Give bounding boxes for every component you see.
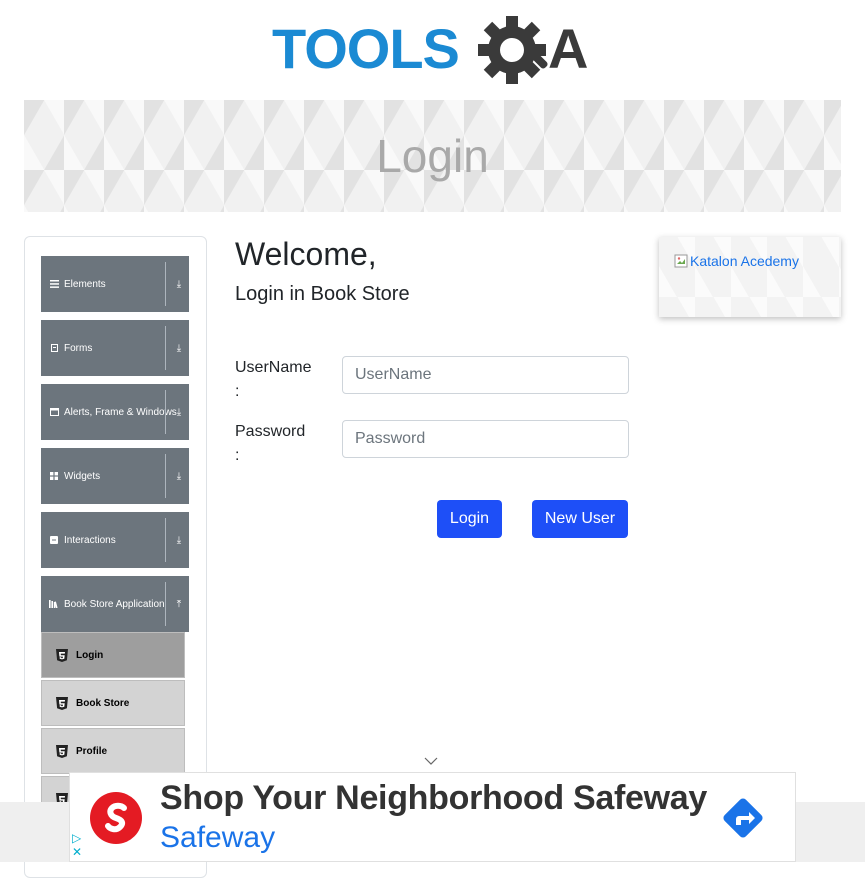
logo-text-right: A [548, 17, 588, 80]
interaction-icon [49, 535, 59, 545]
form-icon [49, 343, 59, 353]
broken-image-icon [674, 254, 688, 268]
password-input[interactable] [342, 420, 629, 458]
sidebar-group-widgets[interactable]: Widgets ⤓ [41, 448, 189, 504]
username-label-colon: : [235, 383, 240, 400]
username-input[interactable] [342, 356, 629, 394]
html5-icon [56, 696, 68, 710]
welcome-heading: Welcome, [235, 236, 377, 272]
divider [165, 262, 166, 306]
directions-icon[interactable] [720, 795, 766, 841]
password-label-colon: : [235, 447, 240, 464]
sidebar-item-book-store[interactable]: Book Store [41, 680, 185, 726]
expand-icon[interactable]: ⤓ [169, 320, 189, 376]
sidebar-group-book-store-application[interactable]: Book Store Application ⤒ [41, 576, 189, 632]
adchoices-icon[interactable]: ▷ ✕ [72, 831, 82, 859]
collapse-icon[interactable]: ⤒ [169, 576, 189, 632]
username-label-text: UserName [235, 359, 312, 376]
sidebar-group-elements[interactable]: Elements ⤓ [41, 256, 189, 312]
katalon-ad-alt-text: Katalon Acedemy [690, 253, 799, 269]
grid-icon [49, 471, 59, 481]
safeway-logo-icon [90, 792, 142, 844]
sidebar-item-label: Login [76, 649, 104, 661]
expand-icon[interactable]: ⤓ [169, 512, 189, 568]
books-icon [49, 599, 59, 609]
login-subtitle: Login in Book Store [235, 283, 410, 305]
ad-brand[interactable]: Safeway [160, 821, 275, 855]
password-label-text: Password [235, 423, 306, 440]
toolsqa-logo[interactable]: TOOLS A [272, 14, 598, 92]
sidebar-item-label: Book Store [76, 697, 130, 709]
new-user-button[interactable]: New User [532, 500, 628, 538]
chevron-down-icon[interactable] [423, 755, 439, 767]
sidebar-item-login[interactable]: Login [41, 632, 185, 678]
page-title: Login [376, 130, 489, 182]
katalon-ad[interactable]: Katalon Acedemy [659, 237, 841, 317]
sidebar-group-interactions[interactable]: Interactions ⤓ [41, 512, 189, 568]
username-label: UserName : [235, 356, 325, 404]
page-banner: Login [24, 100, 841, 212]
sidebar-group-forms[interactable]: Forms ⤓ [41, 320, 189, 376]
sidebar-group-alerts[interactable]: Alerts, Frame & Windows ⤓ [41, 384, 189, 440]
sidebar-item-profile[interactable]: Profile [41, 728, 185, 774]
katalon-ad-link[interactable]: Katalon Acedemy [674, 253, 799, 269]
sidebar-item-label: Profile [76, 745, 108, 757]
divider [165, 326, 166, 370]
expand-icon[interactable]: ⤓ [169, 384, 189, 440]
html5-icon [56, 648, 68, 662]
login-button[interactable]: Login [437, 500, 502, 538]
divider [165, 454, 166, 498]
ad-close-icon[interactable]: ✕ [72, 845, 82, 859]
divider [165, 582, 166, 626]
ad-headline[interactable]: Shop Your Neighborhood Safeway [160, 779, 707, 818]
adchoices-triangle[interactable]: ▷ [72, 831, 82, 845]
expand-icon[interactable]: ⤓ [169, 256, 189, 312]
window-icon [49, 407, 59, 417]
password-label: Password : [235, 420, 325, 468]
hamburger-icon [49, 279, 59, 289]
divider [165, 518, 166, 562]
safeway-ad[interactable]: Shop Your Neighborhood Safeway Safeway ▷… [69, 772, 796, 862]
logo-text-left: TOOLS [272, 17, 459, 80]
divider [165, 390, 166, 434]
html5-icon [56, 744, 68, 758]
expand-icon[interactable]: ⤓ [169, 448, 189, 504]
